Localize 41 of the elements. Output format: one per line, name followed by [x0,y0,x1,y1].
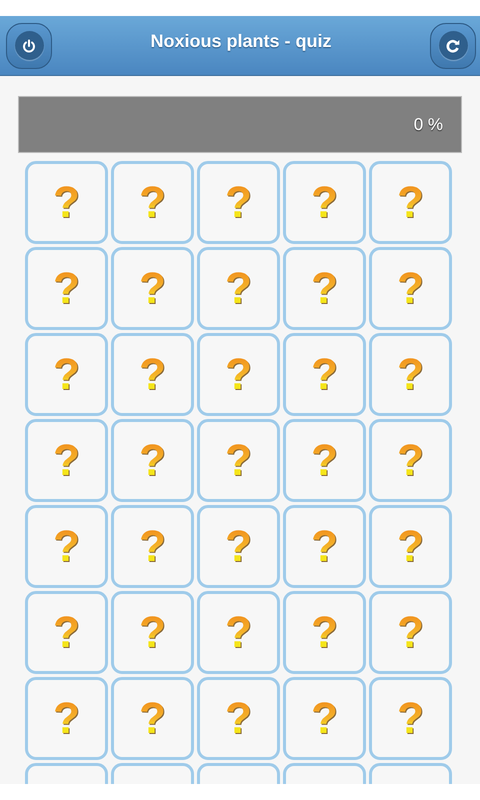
refresh-button[interactable] [430,22,476,68]
quiz-card[interactable]: ? [25,591,108,674]
quiz-card[interactable]: ? [25,677,108,760]
quiz-card[interactable]: ? [25,161,108,244]
app-title: Noxious plants - quiz [149,31,332,52]
quiz-card[interactable]: ? [197,505,280,588]
quiz-card[interactable]: ? [369,505,452,588]
quiz-card[interactable]: ? [369,333,452,416]
quiz-card[interactable]: ? [197,247,280,330]
quiz-card[interactable]: ? [197,677,280,760]
quiz-card[interactable]: ? [25,333,108,416]
quiz-card[interactable]: ? [283,333,366,416]
quiz-card[interactable]: ? [369,677,452,760]
quiz-card[interactable]: ? [283,247,366,330]
quiz-card[interactable]: ? [369,591,452,674]
quiz-card[interactable]: ? [369,161,452,244]
quiz-card[interactable]: ? [25,419,108,502]
quiz-card[interactable]: ? [111,591,194,674]
quiz-card[interactable]: ? [111,247,194,330]
quiz-card[interactable]: ? [111,677,194,760]
quiz-card[interactable]: ? [197,419,280,502]
quiz-card[interactable]: ? [197,161,280,244]
power-icon [22,38,36,52]
quiz-card[interactable]: ? [283,591,366,674]
quiz-card[interactable]: ? [369,419,452,502]
quiz-card[interactable]: ? [111,505,194,588]
quiz-card[interactable]: ? [283,677,366,760]
quiz-card[interactable]: ? [283,419,366,502]
quiz-card[interactable]: ? [197,591,280,674]
refresh-icon [445,38,461,54]
quiz-card[interactable]: ? [369,247,452,330]
quiz-card[interactable]: ? [111,333,194,416]
quiz-card[interactable]: ? [283,161,366,244]
quiz-card[interactable]: ? [111,161,194,244]
quiz-card[interactable]: ? [283,505,366,588]
power-button[interactable] [6,22,52,68]
quiz-card[interactable]: ? [25,505,108,588]
quiz-card[interactable]: ? [111,419,194,502]
progress-reading: 0 % [414,115,443,135]
quiz-card[interactable]: ? [25,247,108,330]
quiz-card[interactable]: ? [197,333,280,416]
